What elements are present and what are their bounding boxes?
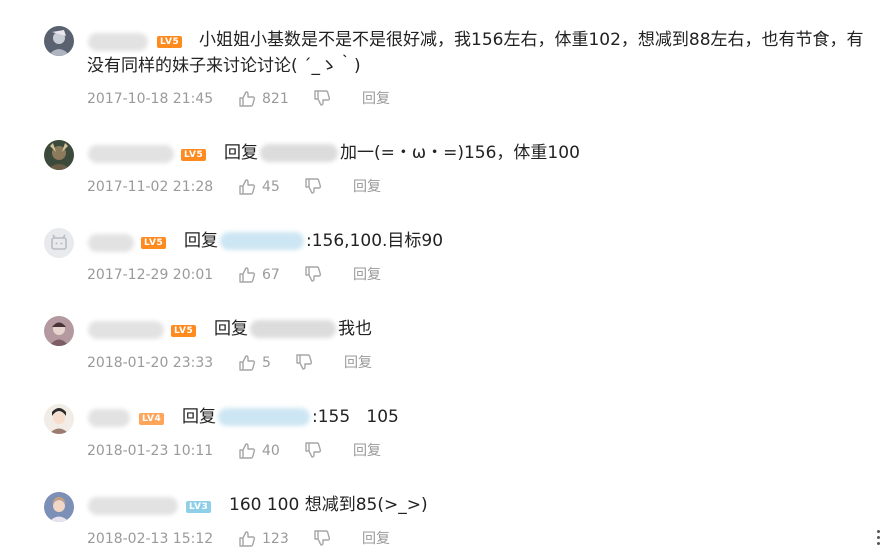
comment-text-line1: 小姐姐小基数是不是不是很好减，我156左右，体重102，想减到88左右，也有节食… [199, 30, 864, 50]
timestamp: 2017-12-29 20:01 [87, 267, 214, 283]
reply-button[interactable]: 回复 [353, 177, 381, 197]
reply-button[interactable]: 回复 [362, 89, 390, 109]
dislike-button[interactable] [304, 265, 322, 285]
like-count: 821 [262, 91, 289, 107]
comment-item: LV5 回复:156,100.目标90 2017-12-29 20:01 67 … [0, 208, 892, 296]
username[interactable] [88, 234, 134, 252]
more-options-icon[interactable] [874, 530, 882, 552]
dot [876, 542, 880, 545]
like-count: 123 [262, 531, 289, 547]
reply-button[interactable]: 回复 [362, 529, 390, 549]
mentioned-user[interactable] [218, 408, 310, 426]
like-icon [238, 90, 256, 108]
avatar[interactable] [44, 492, 74, 522]
level-badge: LV5 [181, 149, 207, 161]
timestamp: 2017-10-18 21:45 [87, 91, 214, 107]
level-badge: LV5 [171, 325, 197, 337]
dislike-icon [313, 529, 331, 547]
dislike-button[interactable] [295, 353, 313, 373]
timestamp: 2018-01-23 10:11 [87, 443, 214, 459]
avatar[interactable] [44, 140, 74, 170]
reply-prefix: 回复 [224, 143, 258, 163]
comment-text: 160 100 想减到85(>_>) [229, 495, 428, 515]
mentioned-user[interactable] [250, 320, 336, 338]
comment-text: 回复 我也 [214, 316, 372, 342]
level-badge: LV5 [141, 237, 167, 249]
like-button[interactable]: 123 [238, 529, 289, 549]
avatar[interactable] [44, 228, 74, 258]
dislike-button[interactable] [313, 89, 331, 109]
level-badge: LV4 [139, 413, 165, 425]
comment-body: :155 105 [312, 407, 399, 427]
like-button[interactable]: 821 [238, 89, 289, 109]
like-icon [238, 266, 256, 284]
like-count: 45 [262, 179, 280, 195]
comment-text-line2: 没有同样的妹子来讨论讨论( ´_ゝ｀) [87, 56, 361, 76]
like-icon [238, 178, 256, 196]
comment-item: LV5 回复 加一(=・ω・=)156，体重100 2017-11-02 21:2… [0, 120, 892, 208]
username[interactable] [88, 321, 164, 339]
like-button[interactable]: 40 [238, 441, 280, 461]
dot [876, 530, 880, 533]
reply-prefix: 回复 [184, 231, 218, 251]
like-button[interactable]: 67 [238, 265, 280, 285]
avatar[interactable] [44, 316, 74, 346]
like-count: 67 [262, 267, 280, 283]
reply-button[interactable]: 回复 [353, 441, 381, 461]
avatar[interactable] [44, 404, 74, 434]
reply-prefix: 回复 [214, 319, 248, 339]
reply-button[interactable]: 回复 [353, 265, 381, 285]
like-icon [238, 442, 256, 460]
timestamp: 2018-02-13 15:12 [87, 531, 214, 547]
username[interactable] [88, 497, 178, 515]
level-badge: LV5 [157, 36, 183, 48]
level-badge: LV3 [186, 501, 212, 513]
username[interactable] [88, 33, 148, 51]
username[interactable] [88, 145, 174, 163]
like-count: 5 [262, 355, 271, 371]
timestamp: 2018-01-20 23:33 [87, 355, 214, 371]
like-button[interactable]: 5 [238, 353, 271, 373]
mentioned-user[interactable] [260, 144, 338, 162]
dislike-button[interactable] [304, 441, 322, 461]
dislike-icon [304, 441, 322, 459]
comment-text: 回复 加一(=・ω・=)156，体重100 [224, 140, 580, 166]
dislike-icon [313, 89, 331, 107]
timestamp: 2017-11-02 21:28 [87, 179, 214, 195]
like-icon [238, 530, 256, 548]
dot [876, 536, 880, 539]
like-icon [238, 354, 256, 372]
dislike-icon [304, 177, 322, 195]
dislike-button[interactable] [313, 529, 331, 549]
comment-body: 加一(=・ω・=)156，体重100 [340, 143, 580, 163]
mentioned-user[interactable] [220, 232, 304, 250]
comment-text: 回复 :156,100.目标90 [184, 228, 443, 254]
dislike-icon [304, 265, 322, 283]
comment-item: LV4 回复 :155 105 2018-01-23 10:11 40 回复 [0, 384, 892, 472]
comment-body: :156,100.目标90 [306, 231, 444, 251]
comment-text: 回复 :155 105 [182, 404, 399, 430]
comment-item: LV3 160 100 想减到85(>_>) 2018-02-13 15:12 … [0, 472, 892, 556]
dislike-button[interactable] [304, 177, 322, 197]
comment-item: LV5 回复 我也 2018-01-20 23:33 5 回复 [0, 296, 892, 384]
like-button[interactable]: 45 [238, 177, 280, 197]
like-count: 40 [262, 443, 280, 459]
comment-item: LV5 小姐姐小基数是不是不是很好减，我156左右，体重102，想减到88左右，… [0, 0, 892, 120]
username[interactable] [88, 409, 130, 427]
avatar[interactable] [44, 26, 74, 56]
comment-body: 我也 [338, 319, 372, 339]
dislike-icon [295, 353, 313, 371]
reply-button[interactable]: 回复 [344, 353, 372, 373]
reply-prefix: 回复 [182, 407, 216, 427]
